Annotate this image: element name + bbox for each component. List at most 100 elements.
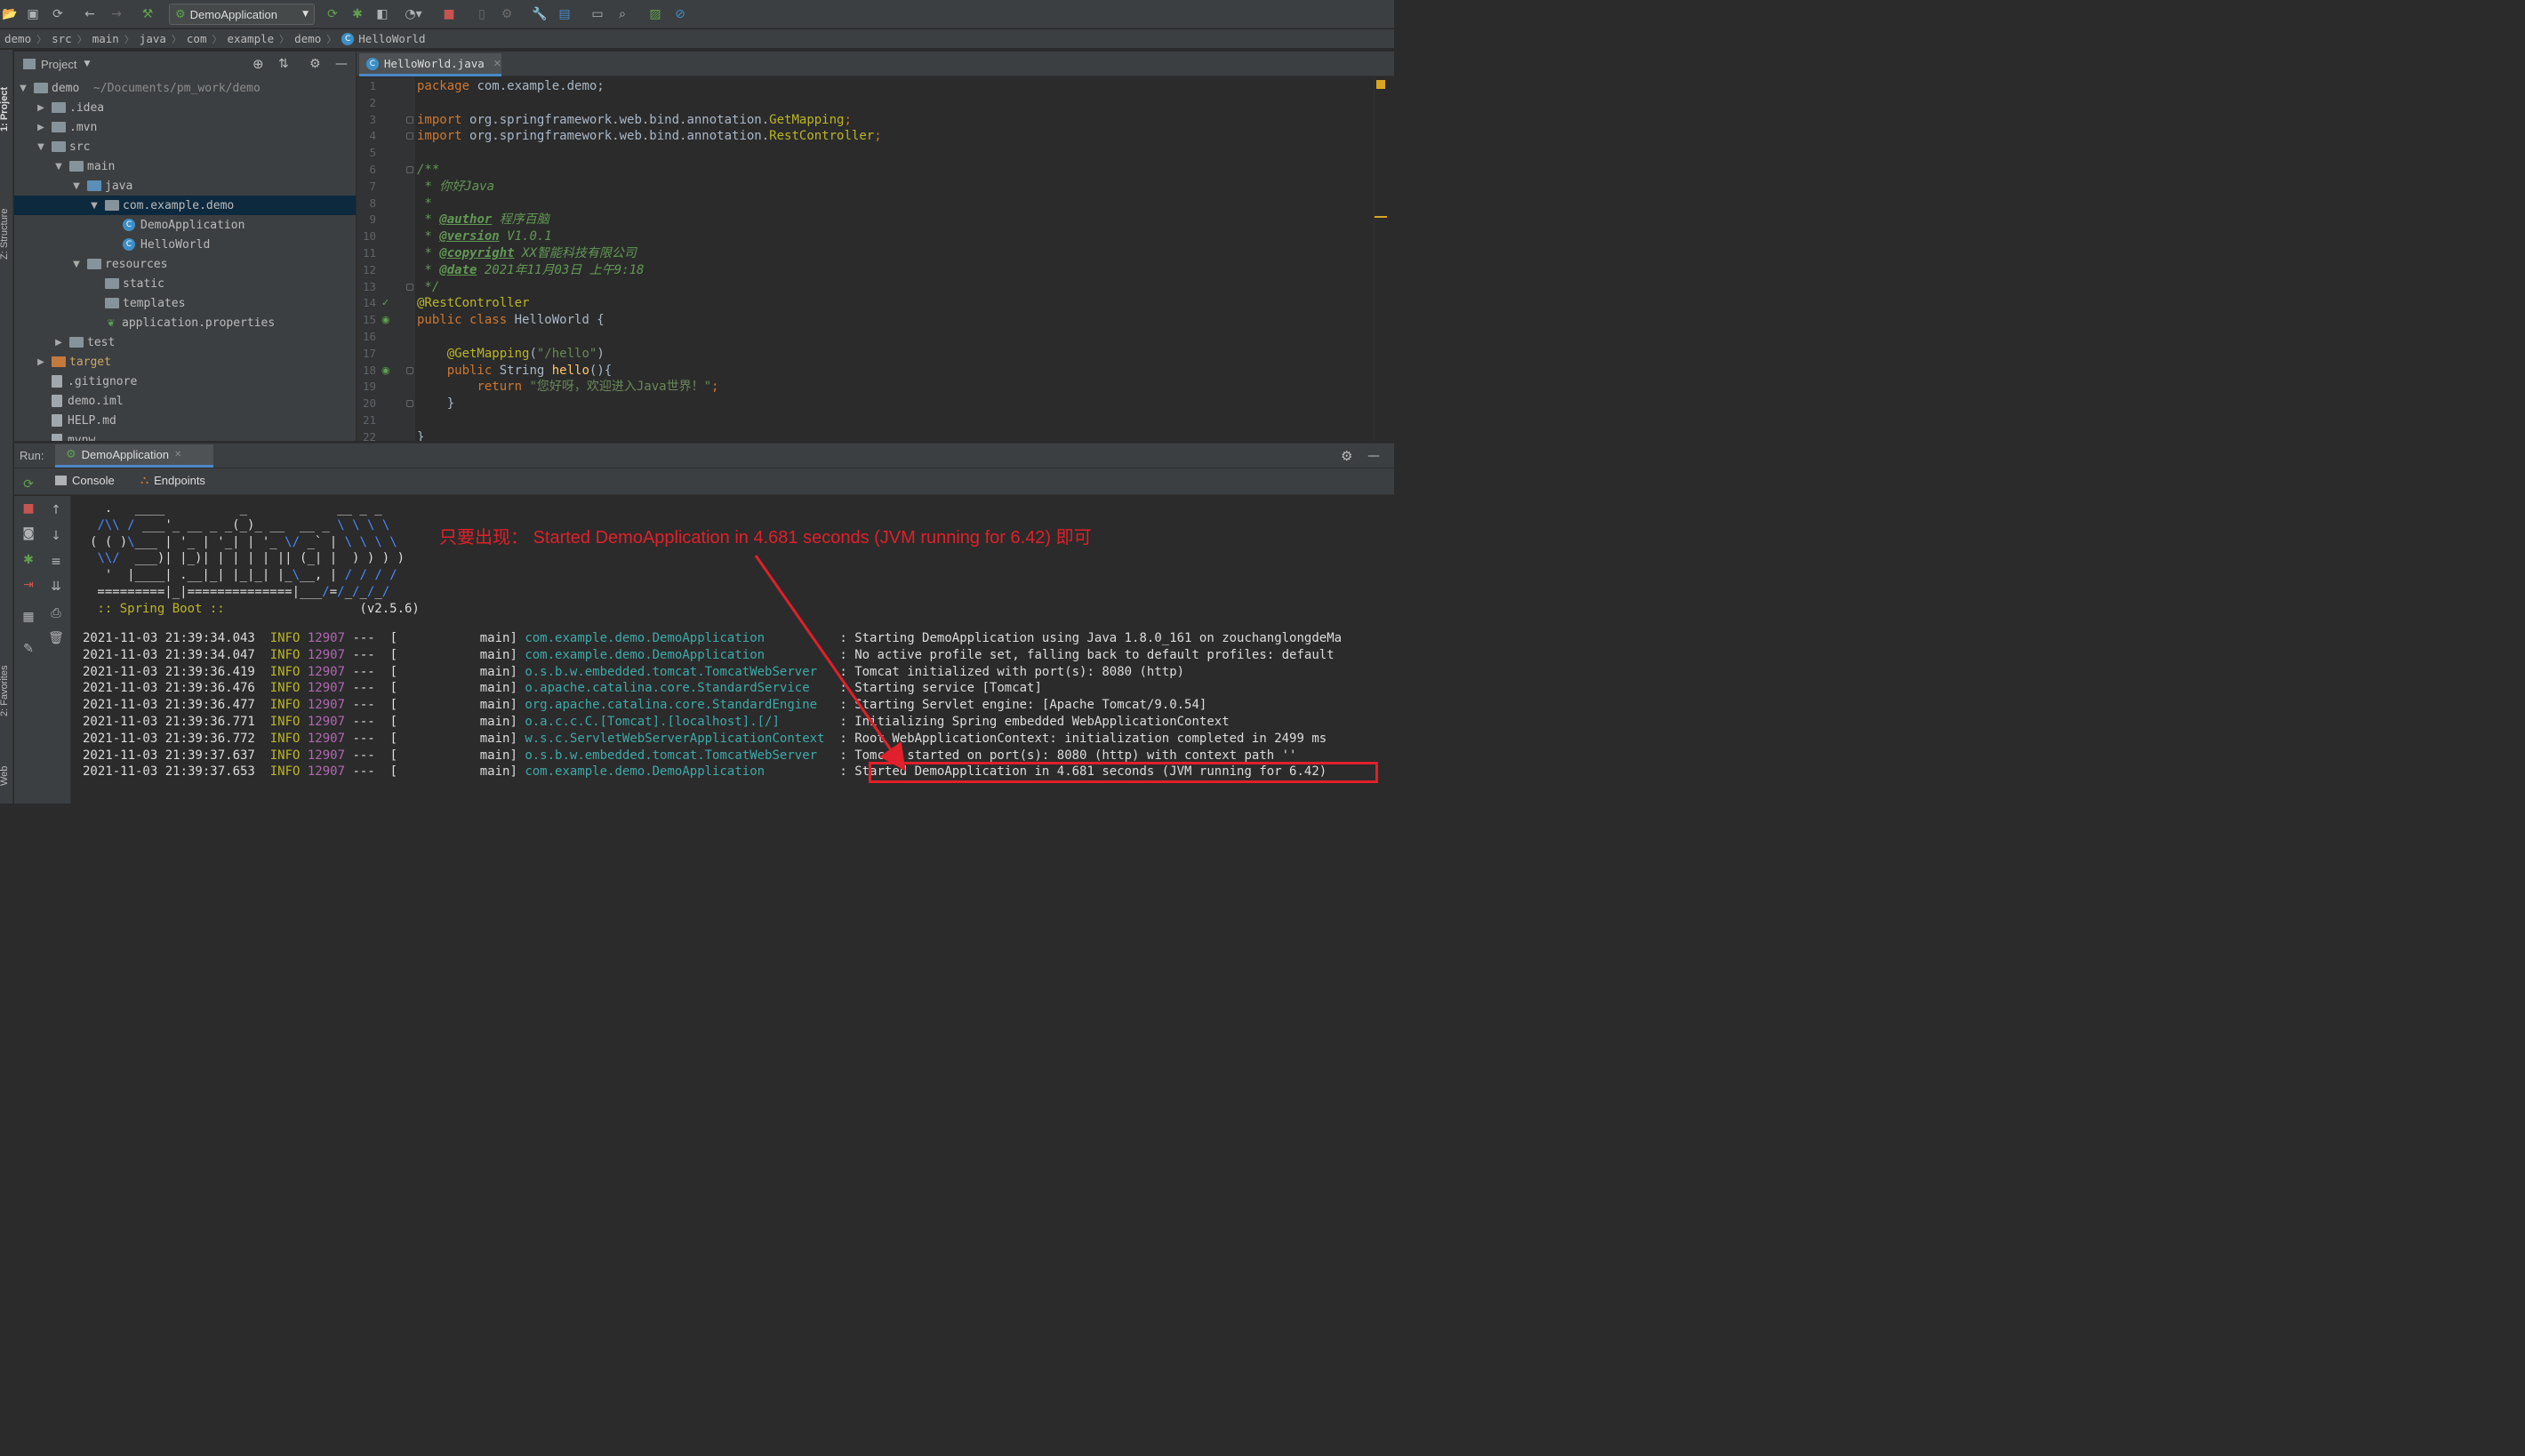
minimize-icon[interactable]: — bbox=[1367, 449, 1380, 463]
web-tool-tab[interactable]: Web bbox=[0, 766, 10, 786]
breadcrumb-item[interactable]: src bbox=[52, 32, 72, 45]
layout-icon[interactable]: ▦ bbox=[20, 608, 37, 626]
tree-item[interactable]: ▼ main bbox=[14, 156, 356, 176]
soft-wrap-icon[interactable]: ≡ bbox=[47, 553, 65, 571]
breadcrumb-item[interactable]: com bbox=[187, 32, 207, 45]
expand-right-icon[interactable]: ▶ bbox=[36, 357, 46, 367]
fold-icon[interactable] bbox=[406, 283, 413, 291]
expand-down-icon[interactable]: ▼ bbox=[71, 260, 82, 269]
tree-item[interactable]: ▶ .idea bbox=[14, 98, 356, 117]
breadcrumb-item[interactable]: demo bbox=[294, 32, 321, 45]
fold-icon[interactable] bbox=[406, 366, 413, 374]
forward-icon[interactable]: → bbox=[108, 5, 124, 23]
activity-icon[interactable]: ▨ bbox=[647, 5, 663, 23]
tab-endpoints[interactable]: ⛬ Endpoints bbox=[140, 474, 205, 487]
save-icon[interactable]: ▣ bbox=[25, 5, 41, 23]
spring-bean-gutter-icon[interactable]: ✓ bbox=[381, 297, 389, 308]
run-tab-demoapplication[interactable]: ⚙ DemoApplication ✕ bbox=[55, 444, 213, 468]
profile-icon[interactable]: ◔▾ bbox=[401, 5, 426, 23]
settings-icon[interactable]: 🔧 bbox=[532, 5, 548, 23]
fold-icon[interactable] bbox=[406, 166, 413, 173]
tree-item[interactable]: ▼ com.example.demo bbox=[14, 196, 356, 215]
spring-bean-gutter-icon[interactable]: ◉ bbox=[381, 364, 390, 376]
expand-right-icon[interactable]: ▶ bbox=[36, 123, 46, 132]
expand-right-icon[interactable]: ▶ bbox=[53, 338, 64, 348]
open-folder-icon[interactable]: 📂 bbox=[2, 5, 18, 23]
tree-item[interactable]: ▼ src bbox=[14, 137, 356, 156]
tree-item[interactable]: ▼ resources bbox=[14, 254, 356, 274]
tree-item[interactable]: templates bbox=[14, 293, 356, 313]
tools-icon[interactable]: ⚙ bbox=[499, 5, 515, 23]
expand-right-icon[interactable]: ▶ bbox=[36, 103, 46, 113]
expand-down-icon[interactable]: ▼ bbox=[36, 142, 46, 152]
fold-icon[interactable] bbox=[406, 116, 413, 124]
tree-item[interactable]: mvnw bbox=[14, 430, 356, 441]
breadcrumb-item[interactable]: main bbox=[92, 32, 119, 45]
run-configuration-select[interactable]: ⚙ DemoApplication ▼ bbox=[169, 4, 315, 25]
locate-icon[interactable]: ⊕ bbox=[252, 56, 264, 72]
coverage-icon[interactable]: ◧ bbox=[374, 5, 390, 23]
tree-item[interactable]: HELP.md bbox=[14, 411, 356, 430]
fold-icon[interactable] bbox=[406, 132, 413, 140]
structure-tool-tab[interactable]: Z: Structure bbox=[0, 209, 10, 260]
expand-down-icon[interactable]: ▼ bbox=[18, 84, 28, 93]
tree-item[interactable]: ▼ demo ~/Documents/pm_work/demo bbox=[14, 78, 356, 98]
breadcrumb-item[interactable]: HelloWorld bbox=[358, 32, 425, 45]
close-icon[interactable]: ✕ bbox=[493, 58, 501, 69]
debug-icon[interactable]: ✱ bbox=[349, 5, 365, 23]
project-tool-tab[interactable]: 1: Project bbox=[0, 87, 10, 132]
disable-icon[interactable]: ⊘ bbox=[672, 5, 688, 23]
tree-item[interactable]: ❦ application.properties bbox=[14, 313, 356, 332]
tab-console[interactable]: Console bbox=[55, 474, 115, 487]
search-icon[interactable]: ⌕ bbox=[614, 5, 630, 23]
favorites-tool-tab[interactable]: 2: Favorites bbox=[0, 666, 10, 716]
tree-item[interactable]: demo.iml bbox=[14, 391, 356, 411]
scroll-up-icon[interactable]: ↑ bbox=[47, 501, 65, 519]
spring-bean-gutter-icon[interactable]: ◉ bbox=[381, 314, 390, 325]
breadcrumb-item[interactable]: demo bbox=[4, 32, 31, 45]
tree-item[interactable]: ▶ .mvn bbox=[14, 117, 356, 137]
banner-line: =========|_|==============|___/=/_/_/_/ bbox=[90, 584, 389, 601]
chevron-down-icon[interactable]: ▼ bbox=[84, 60, 90, 68]
trash-icon[interactable]: 🗑 bbox=[47, 629, 65, 647]
tree-item[interactable]: static bbox=[14, 274, 356, 293]
breadcrumb-item[interactable]: java bbox=[140, 32, 166, 45]
exit-icon[interactable]: ⇥ bbox=[20, 576, 37, 594]
fold-icon[interactable] bbox=[406, 400, 413, 408]
print-icon[interactable]: ⎙ bbox=[47, 604, 65, 622]
project-structure-icon[interactable]: ▤ bbox=[557, 5, 573, 23]
tree-item[interactable]: ▼ java bbox=[14, 176, 356, 196]
build-icon[interactable]: ⚒ bbox=[140, 5, 156, 23]
expand-down-icon[interactable]: ▼ bbox=[53, 162, 64, 172]
debug-icon[interactable]: ✱ bbox=[20, 551, 37, 569]
breadcrumb-item[interactable]: example bbox=[227, 32, 274, 45]
tree-item[interactable]: ▶ test bbox=[14, 332, 356, 352]
collapse-icon[interactable]: ⇅ bbox=[278, 57, 289, 71]
rerun-icon[interactable]: ⟳ bbox=[20, 476, 37, 493]
tree-item[interactable]: C HelloWorld bbox=[14, 235, 356, 254]
gear-icon[interactable]: ⚙ bbox=[309, 57, 321, 71]
code-editor[interactable]: package com.example.demo; import org.spri… bbox=[415, 77, 1374, 441]
minimize-icon[interactable]: — bbox=[335, 57, 348, 71]
editor-tab-helloworld[interactable]: C HelloWorld.java ✕ bbox=[359, 53, 501, 76]
stop-icon[interactable]: ■ bbox=[20, 500, 37, 517]
editor-scrollbar[interactable] bbox=[1374, 77, 1394, 441]
tree-item[interactable]: .gitignore bbox=[14, 372, 356, 391]
camera-icon[interactable]: ◙ bbox=[20, 524, 37, 542]
tree-item[interactable]: C DemoApplication bbox=[14, 215, 356, 235]
expand-down-icon[interactable]: ▼ bbox=[71, 181, 82, 191]
sync-icon[interactable]: ⟳ bbox=[50, 5, 66, 23]
close-icon[interactable]: ✕ bbox=[174, 450, 181, 460]
gear-icon[interactable]: ⚙ bbox=[1341, 448, 1352, 464]
expand-down-icon[interactable]: ▼ bbox=[89, 201, 100, 211]
back-icon[interactable]: ← bbox=[82, 5, 98, 23]
project-panel-title[interactable]: Project bbox=[41, 58, 76, 71]
pin-icon[interactable]: ✎ bbox=[20, 640, 37, 658]
rerun-icon[interactable]: ⟳ bbox=[325, 5, 341, 23]
stop-icon[interactable]: ■ bbox=[441, 5, 457, 23]
attach-icon[interactable]: ▯ bbox=[474, 5, 490, 23]
scroll-to-end-icon[interactable]: ⇊ bbox=[47, 578, 65, 596]
scroll-down-icon[interactable]: ↓ bbox=[47, 527, 65, 545]
tree-item[interactable]: ▶ target bbox=[14, 352, 356, 372]
window-icon[interactable]: ▭ bbox=[589, 5, 605, 23]
